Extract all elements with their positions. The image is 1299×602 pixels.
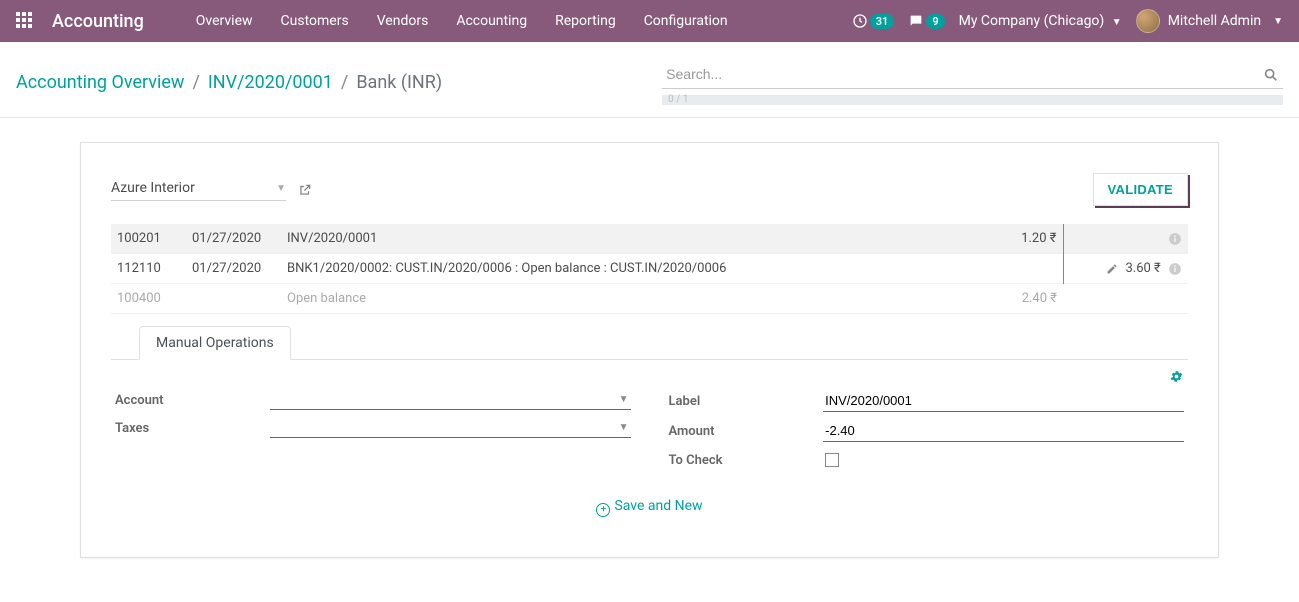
line-label: INV/2020/0001 (281, 224, 973, 254)
table-row[interactable]: 100201 01/27/2020 INV/2020/0001 1.20 ₹ (111, 224, 1188, 254)
breadcrumb: Accounting Overview / INV/2020/0001 / Ba… (16, 72, 442, 93)
reconciliation-card: Azure Interior ▼ VALIDATE 100201 01/27/2… (80, 142, 1219, 558)
line-date: 01/27/2020 (186, 254, 281, 284)
main-menu: Overview Customers Vendors Accounting Re… (184, 5, 740, 37)
activity-indicator[interactable]: 31 (852, 13, 895, 29)
chevron-down-icon: ▼ (276, 183, 286, 194)
table-row[interactable]: 112110 01/27/2020 BNK1/2020/0002: CUST.I… (111, 254, 1188, 284)
chevron-down-icon: ▼ (619, 422, 629, 433)
messaging-indicator[interactable]: 9 (908, 13, 944, 29)
line-amount (973, 254, 1063, 284)
tabs: Manual Operations (111, 326, 1188, 360)
breadcrumb-separator: / (192, 72, 199, 93)
search-input[interactable] (662, 60, 1283, 89)
menu-overview[interactable]: Overview (184, 5, 265, 37)
plus-circle-icon: + (596, 503, 610, 517)
form-col-left: Account ▼ Taxes ▼ (115, 390, 631, 478)
label-field[interactable] (823, 390, 1184, 412)
form-row-amount: Amount (669, 420, 1185, 442)
user-name: Mitchell Admin (1168, 13, 1261, 29)
pencil-icon[interactable] (1106, 261, 1121, 276)
taxes-field[interactable]: ▼ (270, 418, 631, 438)
line-actions (1063, 284, 1188, 314)
user-menu[interactable]: Mitchell Admin ▼ (1136, 9, 1283, 33)
breadcrumb-separator: / (341, 72, 348, 93)
label-input[interactable] (825, 393, 1182, 408)
table-row[interactable]: 100400 Open balance 2.40 ₹ (111, 284, 1188, 314)
gear-icon[interactable] (1169, 366, 1184, 384)
app-brand[interactable]: Accounting (52, 11, 144, 32)
form-grid: Account ▼ Taxes ▼ Label (115, 390, 1184, 478)
tocheck-checkbox[interactable] (825, 453, 839, 467)
menu-reporting[interactable]: Reporting (543, 5, 628, 37)
reconciliation-lines: 100201 01/27/2020 INV/2020/0001 1.20 ₹ 1… (111, 224, 1188, 314)
company-selector[interactable]: My Company (Chicago) ▼ (959, 13, 1122, 29)
amount-input[interactable] (825, 423, 1182, 438)
chevron-down-icon: ▼ (1273, 16, 1283, 27)
line-label: Open balance (281, 284, 973, 314)
line-actions (1063, 224, 1188, 254)
progress-text: 0 / 1 (668, 94, 688, 105)
messaging-badge: 9 (926, 14, 944, 29)
search-icon[interactable] (1263, 64, 1279, 83)
menu-vendors[interactable]: Vendors (365, 5, 441, 37)
amount-field[interactable] (823, 420, 1184, 442)
menu-customers[interactable]: Customers (269, 5, 361, 37)
chevron-down-icon: ▼ (619, 394, 629, 405)
validate-button[interactable]: VALIDATE (1093, 173, 1188, 206)
menu-accounting[interactable]: Accounting (444, 5, 539, 37)
save-and-new-label: Save and New (614, 498, 702, 514)
line-date (186, 284, 281, 314)
nav-right: 31 9 My Company (Chicago) ▼ Mitchell Adm… (852, 9, 1283, 33)
tocheck-label: To Check (669, 453, 824, 468)
line-label: BNK1/2020/0002: CUST.IN/2020/0006 : Open… (281, 254, 973, 284)
chevron-down-icon: ▼ (1112, 17, 1122, 28)
progress-bar: 0 / 1 (662, 95, 1283, 105)
form-row-taxes: Taxes ▼ (115, 418, 631, 438)
partner-select[interactable]: Azure Interior ▼ (111, 178, 286, 201)
chat-icon (908, 13, 924, 29)
line-row-amount: 3.60 ₹ (1125, 261, 1160, 276)
info-icon[interactable] (1168, 231, 1182, 246)
save-and-new-button[interactable]: + Save and New (596, 498, 702, 514)
top-nav: Accounting Overview Customers Vendors Ac… (0, 0, 1299, 42)
save-and-new: + Save and New (115, 498, 1184, 517)
breadcrumb-link[interactable]: INV/2020/0001 (208, 72, 333, 93)
avatar (1136, 9, 1160, 33)
line-actions: 3.60 ₹ (1063, 254, 1188, 284)
tab-manual-operations[interactable]: Manual Operations (139, 326, 291, 360)
form-row-label: Label (669, 390, 1185, 412)
account-label: Account (115, 393, 270, 408)
external-link-icon[interactable] (298, 182, 312, 198)
line-date: 01/27/2020 (186, 224, 281, 254)
activity-badge: 31 (870, 14, 895, 29)
breadcrumb-link[interactable]: Accounting Overview (16, 72, 184, 93)
control-panel: Accounting Overview / INV/2020/0001 / Ba… (0, 42, 1299, 118)
breadcrumb-current: Bank (INR) (356, 72, 442, 93)
menu-configuration[interactable]: Configuration (632, 5, 740, 37)
account-field[interactable]: ▼ (270, 390, 631, 410)
line-account: 100400 (111, 284, 186, 314)
card-header: Azure Interior ▼ VALIDATE (111, 173, 1188, 206)
info-icon[interactable] (1168, 261, 1182, 276)
label-label: Label (669, 394, 824, 409)
line-amount: 2.40 ₹ (973, 284, 1063, 314)
content-area: Azure Interior ▼ VALIDATE 100201 01/27/2… (0, 118, 1299, 582)
clock-icon (852, 13, 868, 29)
apps-icon[interactable] (16, 12, 34, 30)
line-account: 100201 (111, 224, 186, 254)
line-amount: 1.20 ₹ (973, 224, 1063, 254)
partner-name: Azure Interior (111, 180, 195, 196)
form-row-tocheck: To Check (669, 450, 1185, 470)
company-name: My Company (Chicago) (959, 13, 1105, 29)
taxes-label: Taxes (115, 421, 270, 436)
tab-body: Account ▼ Taxes ▼ Label (111, 360, 1188, 517)
amount-label: Amount (669, 424, 824, 439)
tocheck-field (823, 450, 1184, 470)
line-account: 112110 (111, 254, 186, 284)
search-area: 0 / 1 (662, 60, 1283, 105)
form-row-account: Account ▼ (115, 390, 631, 410)
form-col-right: Label Amount To Check (669, 390, 1185, 478)
